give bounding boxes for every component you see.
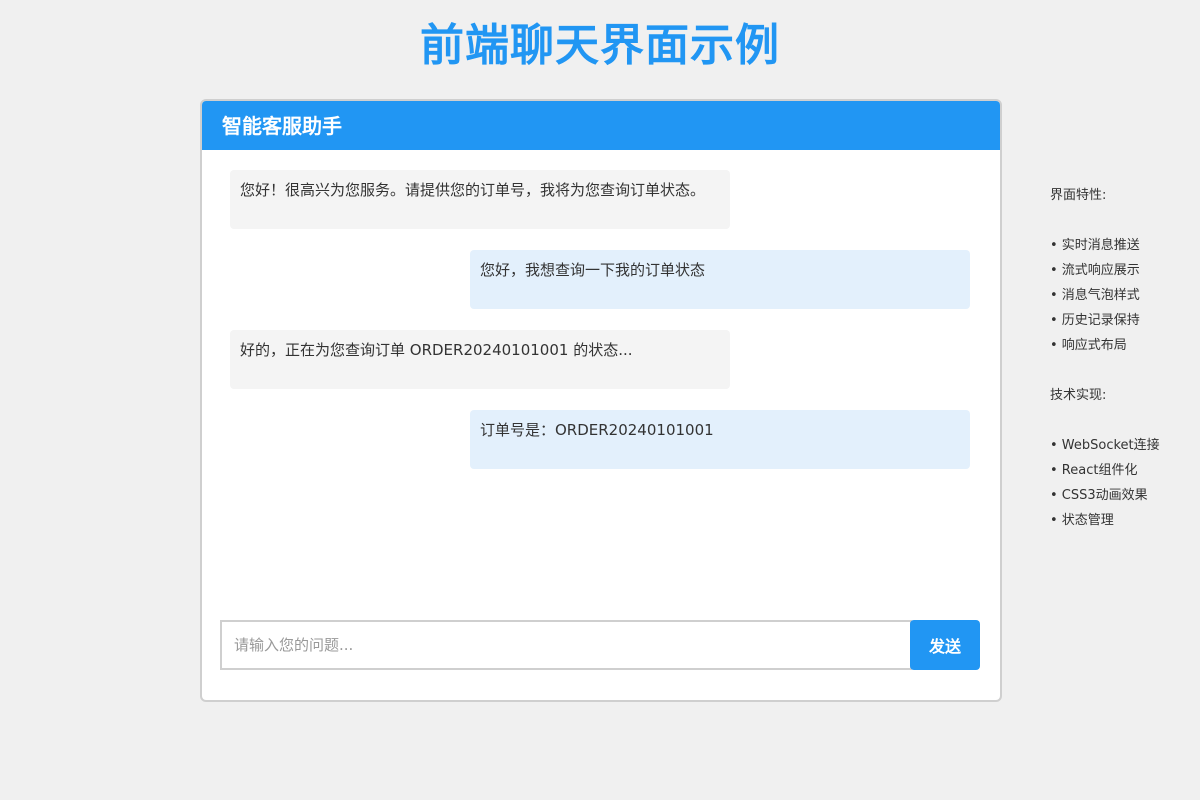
- feature-item: • 响应式布局: [1050, 338, 1127, 353]
- feature-item: • 实时消息推送: [1050, 238, 1140, 253]
- bot-message-bubble: 您好！很高兴为您服务。请提供您的订单号，我将为您查询订单状态。: [230, 170, 730, 229]
- page-title: 前端聊天界面示例: [420, 20, 780, 71]
- tech-item: • React组件化: [1050, 463, 1138, 478]
- send-button[interactable]: 发送: [910, 620, 980, 670]
- page: 前端聊天界面示例 智能客服助手 您好！很高兴为您服务。请提供您的订单号，我将为您…: [0, 0, 1200, 800]
- tech-item: • WebSocket连接: [1050, 438, 1160, 453]
- features-heading: 界面特性:: [1050, 188, 1107, 203]
- tech-item: • 状态管理: [1050, 513, 1114, 528]
- feature-item: • 流式响应展示: [1050, 263, 1140, 278]
- feature-item: • 消息气泡样式: [1050, 288, 1140, 303]
- tech-item: • CSS3动画效果: [1050, 488, 1148, 503]
- chat-header: 智能客服助手: [202, 101, 1000, 150]
- message-input[interactable]: [220, 620, 912, 670]
- bot-message-bubble: 好的，正在为您查询订单 ORDER20240101001 的状态...: [230, 330, 730, 389]
- tech-heading: 技术实现:: [1050, 388, 1107, 403]
- user-message-bubble: 您好，我想查询一下我的订单状态: [470, 250, 970, 309]
- user-message-bubble: 订单号是：ORDER20240101001: [470, 410, 970, 469]
- feature-item: • 历史记录保持: [1050, 313, 1140, 328]
- side-panel: 界面特性: • 实时消息推送 • 流式响应展示 • 消息气泡样式 • 历史记录保…: [1050, 183, 1198, 533]
- chat-header-title: 智能客服助手: [222, 114, 342, 138]
- chat-window: 智能客服助手 您好！很高兴为您服务。请提供您的订单号，我将为您查询订单状态。 您…: [200, 99, 1002, 702]
